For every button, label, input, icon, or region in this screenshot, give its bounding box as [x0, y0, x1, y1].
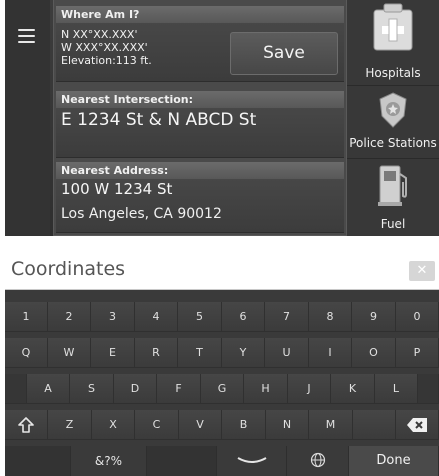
where-am-i-screen: Where Am I? N XX°XX.XXX' W XXX°XX.XXX' E… [5, 0, 439, 236]
key-l[interactable]: L [375, 374, 418, 404]
nearest-intersection-header: Nearest Intersection: [56, 91, 344, 108]
address-line2: Los Angeles, CA 90012 [61, 206, 222, 222]
longitude-text: W XXX°XX.XXX' [61, 41, 148, 54]
key-w[interactable]: W [48, 338, 91, 368]
key-x[interactable]: X [92, 410, 135, 440]
globe-icon [310, 452, 325, 468]
number-row: 1 2 3 4 5 6 7 8 9 0 [5, 302, 439, 332]
key-d[interactable]: D [114, 374, 157, 404]
key-4[interactable]: 4 [135, 302, 178, 332]
key-a[interactable]: A [27, 374, 70, 404]
nearby-category-list: Hospitals Police Stations Fuel [347, 0, 439, 236]
space-bar-icon [237, 457, 266, 463]
fuel-button[interactable]: Fuel [347, 158, 439, 236]
coordinates-input-text: Coordinates [11, 258, 126, 280]
address-line1: 100 W 1234 St [61, 180, 173, 198]
location-panel: Where Am I? N XX°XX.XXX' W XXX°XX.XXX' E… [53, 0, 347, 236]
language-key[interactable] [287, 446, 349, 476]
hospitals-button[interactable]: Hospitals [347, 0, 439, 85]
police-badge-icon [379, 92, 407, 128]
nearest-address-section[interactable]: 100 W 1234 St Los Angeles, CA 90012 [56, 179, 344, 233]
key-p[interactable]: P [396, 338, 439, 368]
row2-left-spacer [5, 374, 27, 404]
nearest-intersection-section[interactable]: E 1234 St & N ABCD St [56, 108, 344, 158]
key-i[interactable]: I [309, 338, 352, 368]
fuel-pump-icon [378, 165, 407, 206]
key-2[interactable]: 2 [48, 302, 91, 332]
hospital-icon [373, 3, 413, 51]
key-8[interactable]: 8 [309, 302, 352, 332]
save-button[interactable]: Save [230, 32, 338, 75]
key-t[interactable]: T [178, 338, 222, 368]
backspace-key[interactable] [396, 410, 439, 440]
police-stations-label: Police Stations [349, 136, 437, 150]
letter-row-3: Z X C V B N M [5, 410, 439, 440]
hamburger-menu-icon [18, 29, 35, 43]
elevation-text: Elevation:113 ft. [61, 54, 152, 67]
backspace-icon [407, 418, 427, 432]
key-g[interactable]: G [201, 374, 244, 404]
key-1[interactable]: 1 [5, 302, 48, 332]
fuel-label: Fuel [380, 217, 406, 231]
key-3[interactable]: 3 [91, 302, 135, 332]
key-f[interactable]: F [157, 374, 201, 404]
key-r[interactable]: R [135, 338, 178, 368]
intersection-value: E 1234 St & N ABCD St [61, 110, 257, 130]
key-u[interactable]: U [265, 338, 309, 368]
letter-row-2: A S D F G H J K L [5, 374, 439, 404]
bottom-blank-2 [147, 446, 217, 476]
key-9[interactable]: 9 [352, 302, 396, 332]
symbols-key[interactable]: &?% [71, 446, 147, 476]
clear-input-button[interactable]: ✕ [409, 261, 435, 281]
space-key[interactable] [217, 446, 287, 476]
police-stations-button[interactable]: Police Stations [347, 85, 439, 158]
key-c[interactable]: C [135, 410, 179, 440]
key-n[interactable]: N [266, 410, 309, 440]
row2-right-spacer [418, 374, 439, 404]
nearest-address-header: Nearest Address: [56, 162, 344, 179]
latitude-text: N XX°XX.XXX' [61, 28, 138, 41]
key-h[interactable]: H [244, 374, 288, 404]
letter-row-1: Q W E R T Y U I O P [5, 338, 439, 368]
keyboard-screen: Coordinates ✕ 1 2 3 4 5 6 7 8 9 0 Q W E … [5, 250, 439, 476]
key-k[interactable]: K [331, 374, 375, 404]
key-v[interactable]: V [179, 410, 222, 440]
shift-key[interactable] [5, 410, 48, 440]
key-0[interactable]: 0 [396, 302, 439, 332]
key-z[interactable]: Z [48, 410, 92, 440]
key-5[interactable]: 5 [178, 302, 222, 332]
row3-blank-key [353, 410, 396, 440]
key-s[interactable]: S [70, 374, 114, 404]
done-button[interactable]: Done [349, 446, 439, 476]
hospitals-label: Hospitals [365, 66, 421, 80]
key-6[interactable]: 6 [222, 302, 265, 332]
key-7[interactable]: 7 [265, 302, 309, 332]
key-m[interactable]: M [309, 410, 353, 440]
bottom-left-blank [5, 446, 71, 476]
key-e[interactable]: E [91, 338, 135, 368]
key-y[interactable]: Y [222, 338, 265, 368]
key-q[interactable]: Q [5, 338, 48, 368]
key-b[interactable]: B [222, 410, 266, 440]
shift-arrow-icon [18, 417, 34, 433]
where-am-i-header: Where Am I? [56, 6, 344, 23]
key-j[interactable]: J [288, 374, 331, 404]
keyboard-bottom-row: &?% Done [5, 446, 439, 476]
coordinates-input[interactable]: Coordinates ✕ [5, 250, 439, 290]
key-o[interactable]: O [352, 338, 396, 368]
menu-button[interactable] [5, 0, 50, 236]
